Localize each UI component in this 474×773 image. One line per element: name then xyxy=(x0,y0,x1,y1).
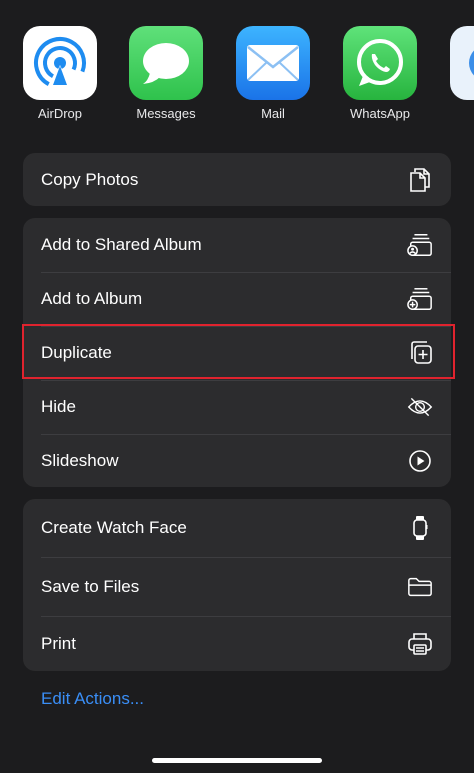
action-label: Save to Files xyxy=(41,576,140,596)
hide-action[interactable]: Hide xyxy=(23,380,451,434)
share-app-label: WhatsApp xyxy=(350,106,410,121)
share-app-label: Mail xyxy=(261,106,285,121)
eye-slash-icon xyxy=(407,394,433,420)
whatsapp-icon xyxy=(343,26,417,100)
action-group-copy: Copy Photos xyxy=(23,153,451,206)
slideshow-action[interactable]: Slideshow xyxy=(23,434,451,487)
action-label: Hide xyxy=(41,397,76,416)
add-album-icon xyxy=(407,286,433,312)
share-app-mail[interactable]: Mail xyxy=(230,26,316,121)
action-label: Add to Album xyxy=(41,289,143,308)
share-app-partial[interactable]: S xyxy=(444,26,474,121)
share-app-label: S xyxy=(444,106,474,121)
save-to-files-action[interactable]: Save to Files xyxy=(23,557,451,616)
watch-icon xyxy=(407,515,433,541)
action-label: Create Watch Face xyxy=(41,518,187,537)
play-circle-icon xyxy=(407,448,433,474)
action-label: Add to Shared Album xyxy=(41,235,202,254)
shared-album-icon xyxy=(407,232,433,258)
share-app-messages[interactable]: Messages xyxy=(123,26,209,121)
partial-app-icon xyxy=(450,26,474,100)
action-label: Print xyxy=(41,633,76,653)
add-shared-album-action[interactable]: Add to Shared Album xyxy=(23,218,451,272)
duplicate-icon xyxy=(407,340,433,366)
action-group-other: Create Watch Face Save to Files Print xyxy=(23,499,451,671)
copy-photos-action[interactable]: Copy Photos xyxy=(23,153,451,206)
edit-actions-link[interactable]: Edit Actions... xyxy=(41,689,144,709)
add-to-album-action[interactable]: Add to Album xyxy=(23,272,451,326)
share-app-airdrop[interactable]: AirDrop xyxy=(17,26,103,121)
copy-icon xyxy=(407,167,433,193)
folder-icon xyxy=(407,574,433,600)
duplicate-action[interactable]: Duplicate xyxy=(23,326,451,380)
create-watch-face-action[interactable]: Create Watch Face xyxy=(23,499,451,557)
share-app-whatsapp[interactable]: WhatsApp xyxy=(337,26,423,121)
home-indicator[interactable] xyxy=(152,758,322,763)
share-app-label: Messages xyxy=(136,106,196,121)
mail-icon xyxy=(236,26,310,100)
print-action[interactable]: Print xyxy=(23,616,451,671)
action-label: Copy Photos xyxy=(41,169,139,189)
action-group-album: Add to Shared Album Add to Album Duplica… xyxy=(23,218,451,487)
airdrop-icon xyxy=(23,26,97,100)
share-app-label: AirDrop xyxy=(37,106,83,121)
action-label: Slideshow xyxy=(41,450,119,470)
share-apps-row: AirDrop Messages Mail WhatsApp xyxy=(0,0,474,130)
printer-icon xyxy=(407,631,433,657)
messages-icon xyxy=(129,26,203,100)
action-label: Duplicate xyxy=(41,343,112,362)
